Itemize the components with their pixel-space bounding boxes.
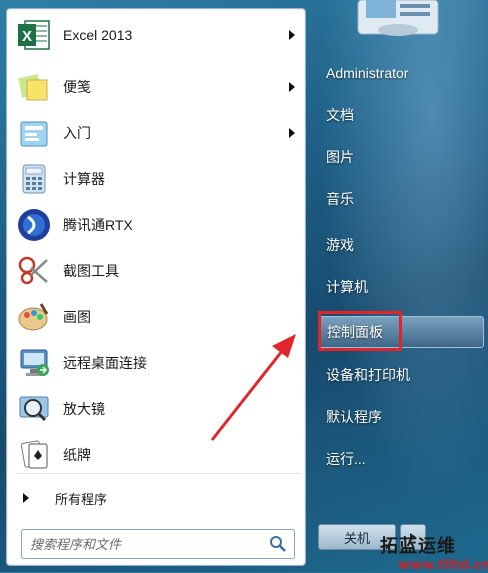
snipping-tool-icon bbox=[15, 252, 53, 290]
svg-text:X: X bbox=[22, 28, 32, 45]
getting-started-icon bbox=[15, 114, 53, 152]
program-label: 放大镜 bbox=[63, 401, 105, 417]
all-programs-button[interactable]: 所有程序 bbox=[15, 485, 295, 511]
program-label: 画图 bbox=[63, 309, 91, 325]
right-item-games[interactable]: 游戏 bbox=[318, 230, 482, 260]
right-item-label: 计算机 bbox=[326, 279, 368, 295]
rtx-icon bbox=[15, 206, 53, 244]
right-item-label: 设备和打印机 bbox=[326, 367, 410, 383]
watermark-line1: 拓蓝运维 bbox=[380, 536, 456, 557]
paint-icon bbox=[15, 298, 53, 336]
solitaire-icon bbox=[15, 436, 53, 474]
right-item-music[interactable]: 音乐 bbox=[318, 184, 482, 214]
right-item-label: 运行... bbox=[326, 451, 366, 467]
programs-panel: X Excel 2013 便笺 入门 计算器 腾讯通RTX 截图工具 画图 远程… bbox=[6, 8, 306, 566]
excel-icon: X bbox=[15, 16, 53, 54]
shutdown-label: 关机 bbox=[343, 530, 370, 546]
sticky-notes-icon bbox=[15, 68, 53, 106]
right-item-pictures[interactable]: 图片 bbox=[318, 142, 482, 172]
program-label: 截图工具 bbox=[63, 263, 119, 279]
calculator-icon bbox=[15, 160, 53, 198]
user-picture[interactable] bbox=[356, 0, 440, 40]
program-label: 远程桌面连接 bbox=[63, 355, 147, 371]
program-item-rtx[interactable]: 腾讯通RTX bbox=[11, 203, 301, 247]
program-item-sticky-notes[interactable]: 便笺 bbox=[11, 65, 301, 109]
program-label: 入门 bbox=[63, 125, 91, 141]
program-item-calculator[interactable]: 计算器 bbox=[11, 157, 301, 201]
search-icon[interactable] bbox=[268, 534, 288, 554]
program-label: Excel 2013 bbox=[63, 27, 133, 43]
right-item-user[interactable]: Administrator bbox=[318, 58, 482, 88]
search-box bbox=[21, 529, 295, 559]
submenu-arrow-icon[interactable] bbox=[289, 30, 295, 40]
program-label: 便笺 bbox=[63, 79, 91, 95]
right-item-label: Administrator bbox=[326, 65, 409, 81]
program-label: 纸牌 bbox=[63, 447, 91, 463]
submenu-arrow-icon[interactable] bbox=[289, 128, 295, 138]
remote-desktop-icon bbox=[15, 344, 53, 382]
program-item-excel[interactable]: X Excel 2013 bbox=[11, 13, 301, 57]
all-programs-label: 所有程序 bbox=[55, 491, 108, 507]
right-item-label: 音乐 bbox=[326, 191, 354, 207]
divider bbox=[17, 473, 301, 474]
search-input[interactable] bbox=[28, 533, 262, 555]
right-item-devices-printers[interactable]: 设备和打印机 bbox=[318, 360, 482, 390]
program-item-snipping-tool[interactable]: 截图工具 bbox=[11, 249, 301, 293]
annotation-arrow bbox=[210, 334, 296, 441]
watermark-line2: www.tlltd.cn bbox=[398, 558, 488, 573]
watermark: 拓蓝运维 www.tlltd.cn bbox=[380, 532, 488, 573]
right-item-label: 图片 bbox=[326, 149, 354, 165]
right-item-label: 默认程序 bbox=[326, 409, 382, 425]
highlight-box bbox=[318, 311, 402, 351]
start-menu: X Excel 2013 便笺 入门 计算器 腾讯通RTX 截图工具 画图 远程… bbox=[0, 0, 488, 573]
right-item-label: 文档 bbox=[326, 107, 354, 123]
right-item-computer[interactable]: 计算机 bbox=[318, 272, 482, 302]
all-programs-arrow-icon bbox=[23, 493, 29, 503]
submenu-arrow-icon[interactable] bbox=[289, 82, 295, 92]
magnifier-icon bbox=[15, 390, 53, 428]
right-item-documents[interactable]: 文档 bbox=[318, 100, 482, 130]
right-item-label: 游戏 bbox=[326, 237, 354, 253]
right-item-run[interactable]: 运行... bbox=[318, 444, 482, 474]
program-label: 腾讯通RTX bbox=[63, 217, 133, 233]
program-label: 计算器 bbox=[63, 171, 105, 187]
program-item-getting-started[interactable]: 入门 bbox=[11, 111, 301, 155]
right-item-default-programs[interactable]: 默认程序 bbox=[318, 402, 482, 432]
